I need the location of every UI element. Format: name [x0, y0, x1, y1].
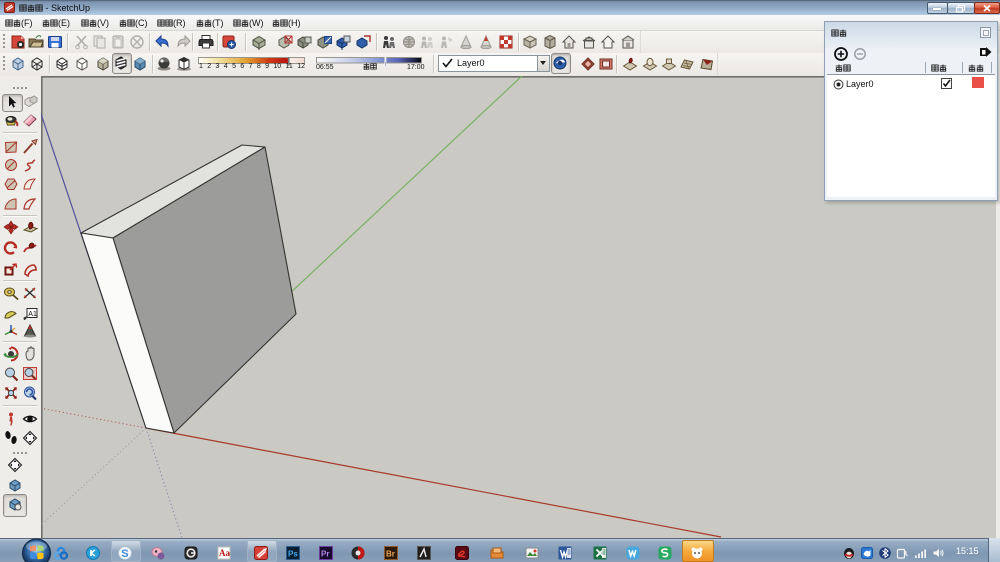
svg-text:Br: Br [386, 550, 395, 559]
svg-text:Pr: Pr [321, 550, 329, 559]
svg-text:Ps: Ps [288, 550, 298, 559]
svg-text:S: S [121, 548, 128, 560]
svg-text:A1: A1 [28, 311, 37, 318]
svg-text:Aa: Aa [219, 548, 230, 558]
